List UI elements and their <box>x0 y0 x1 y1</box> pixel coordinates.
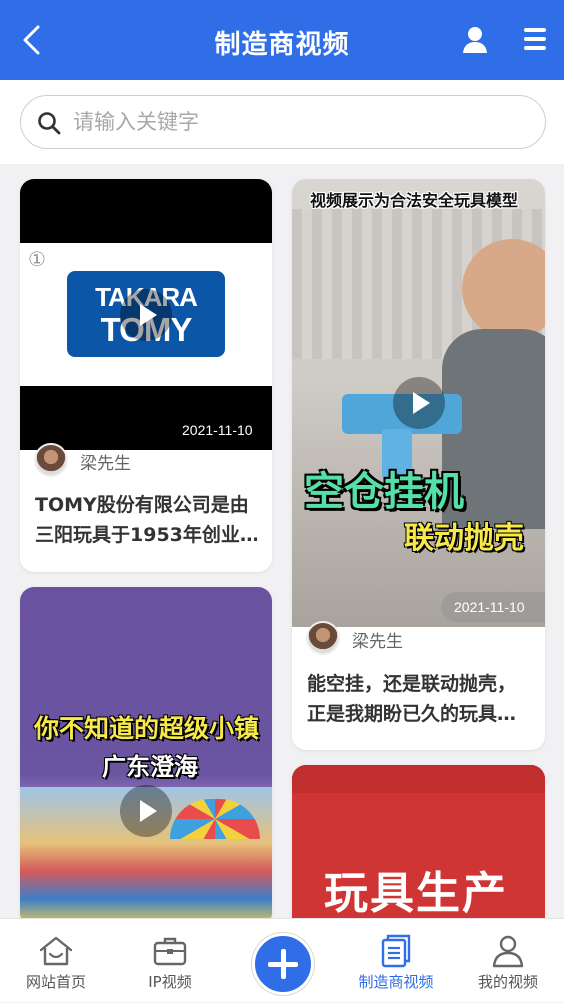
user-icon[interactable] <box>462 26 488 54</box>
tab-label: 我的视频 <box>477 973 538 991</box>
thumbnail-banner: 视频展示为合法安全玩具模型 <box>310 191 519 210</box>
thumbnail-caption-2: 广东澄海 <box>102 753 198 781</box>
tab-label: 网站首页 <box>25 973 86 991</box>
video-description[interactable]: TOMY股份有限公司是由 三阳玩具于1953年创业… <box>35 490 257 550</box>
video-card[interactable]: 视频展示为合法安全玩具模型 空仓挂机 联动抛壳 2021-11-10 梁先生 能… <box>292 179 545 750</box>
search-icon <box>38 112 61 135</box>
play-button-icon[interactable] <box>120 289 172 341</box>
thumbnail-caption-1: 空仓挂机 <box>304 469 464 515</box>
play-button-icon[interactable] <box>120 785 172 837</box>
search-bar-area <box>0 80 564 164</box>
video-card[interactable]: ① TAKARA TOMY 2021-11-10 梁先生 TOMY股份有限公司是… <box>20 179 272 572</box>
description-line-1: TOMY股份有限公司是由 <box>35 494 249 516</box>
video-card[interactable]: 玩具生产 <box>292 765 545 935</box>
person-icon <box>492 935 524 968</box>
tab-manufacturer-video[interactable]: 制造商视频 <box>340 919 452 1003</box>
avatar[interactable] <box>34 443 68 477</box>
video-date: 2021-11-10 <box>454 599 525 615</box>
description-line-1: 能空挂，还是联动抛壳， <box>307 673 517 695</box>
search-input[interactable] <box>73 104 513 140</box>
author-name: 梁先生 <box>80 454 131 474</box>
thumbnail-caption-1: 玩具生产 <box>324 868 508 919</box>
tab-home[interactable]: 网站首页 <box>0 919 112 1003</box>
video-thumbnail[interactable]: 玩具生产 <box>292 765 545 935</box>
video-thumbnail[interactable]: ① TAKARA TOMY 2021-11-10 <box>20 179 272 450</box>
bottom-tab-bar: 网站首页 IP视频 制造商视频 我的视频 <box>0 918 564 1002</box>
briefcase-icon <box>153 937 187 966</box>
thumbnail-caption-2: 联动抛壳 <box>404 521 524 556</box>
description-line-2: 三阳玩具于1953年创业… <box>35 524 257 546</box>
play-button-icon[interactable] <box>393 377 445 429</box>
video-date: 2021-11-10 <box>182 422 253 438</box>
avatar[interactable] <box>306 621 340 655</box>
video-description[interactable]: 能空挂，还是联动抛壳， 正是我期盼已久的玩具… <box>307 669 529 729</box>
add-video-button[interactable] <box>252 933 314 995</box>
top-strip <box>292 765 545 793</box>
app-header: 制造商视频 <box>0 0 564 80</box>
search-box[interactable] <box>20 95 546 149</box>
description-line-2: 正是我期盼已久的玩具… <box>307 703 517 725</box>
thumbnail-badge: ① <box>28 247 46 271</box>
tab-my-video[interactable]: 我的视频 <box>452 919 564 1003</box>
tab-label: 制造商视频 <box>358 973 434 991</box>
video-thumbnail[interactable]: 视频展示为合法安全玩具模型 空仓挂机 联动抛壳 2021-11-10 <box>292 179 545 627</box>
video-card[interactable]: 你不知道的超级小镇 广东澄海 <box>20 587 272 927</box>
home-icon <box>39 936 73 966</box>
menu-icon[interactable] <box>524 27 546 51</box>
tab-label: IP视频 <box>148 973 192 991</box>
author-name: 梁先生 <box>352 632 403 652</box>
document-icon <box>381 934 411 968</box>
thumbnail-caption-1: 你不知道的超级小镇 <box>34 714 260 743</box>
video-thumbnail[interactable]: 你不知道的超级小镇 广东澄海 <box>20 587 272 927</box>
tab-ip-video[interactable]: IP视频 <box>114 919 226 1003</box>
